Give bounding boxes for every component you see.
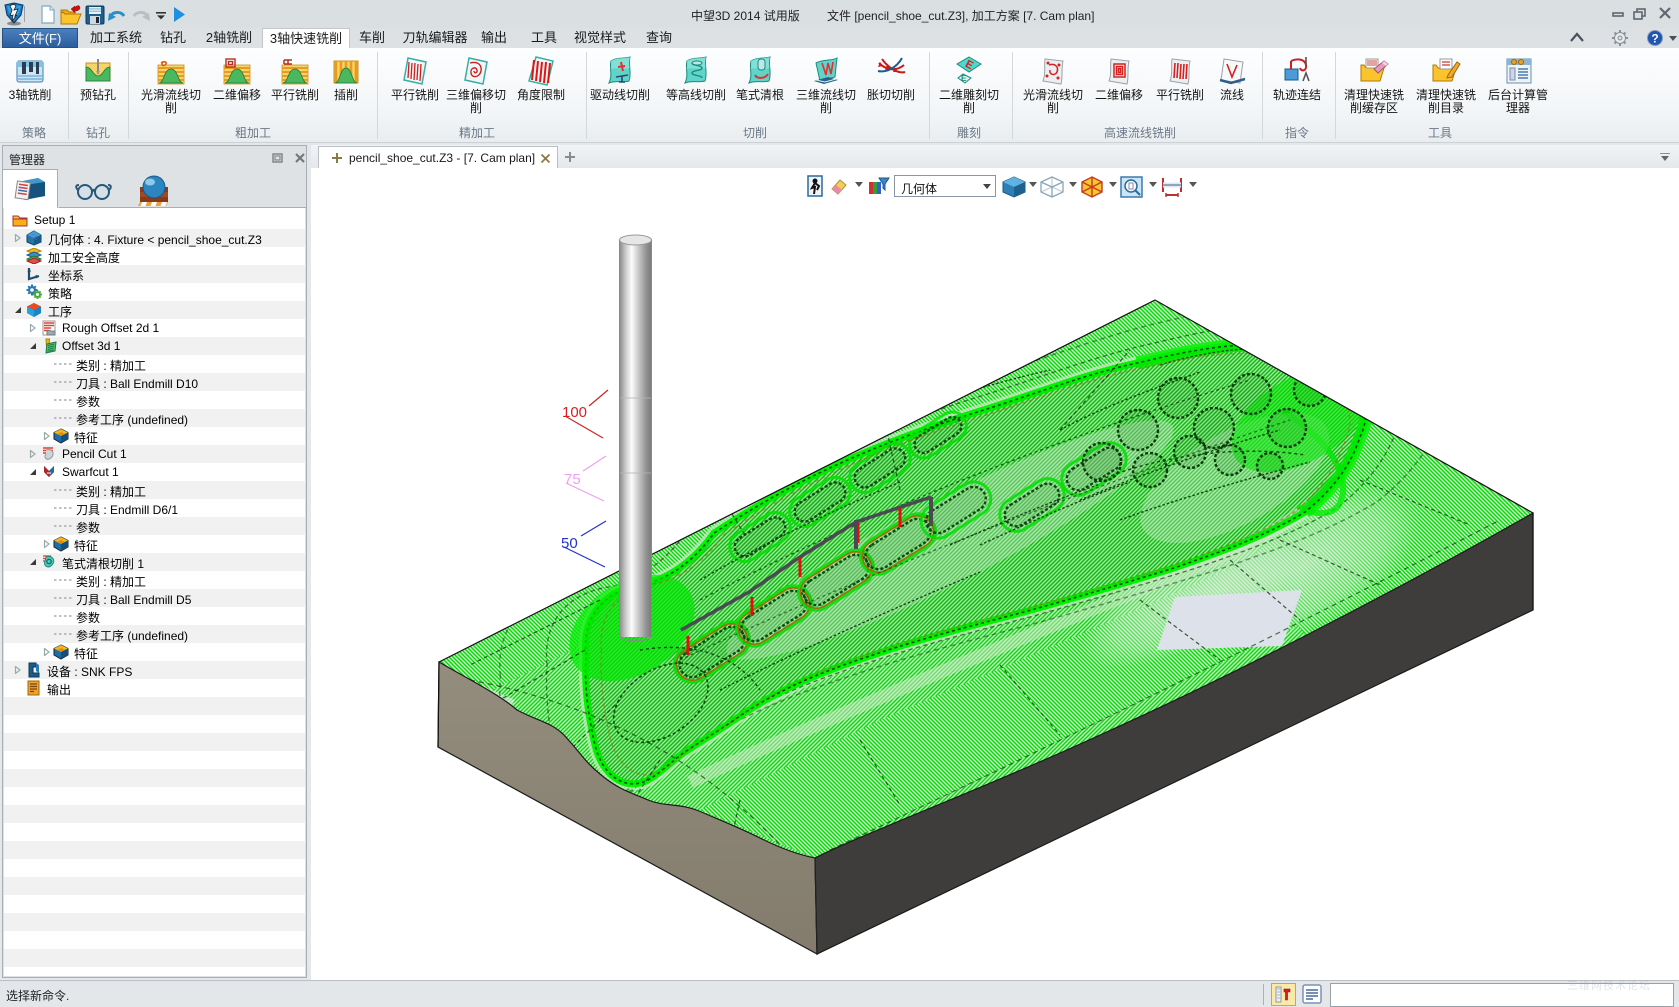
- svg-text:E: E: [961, 74, 967, 83]
- svg-text:100: 100: [562, 404, 587, 421]
- svg-text:?: ?: [1651, 32, 1658, 46]
